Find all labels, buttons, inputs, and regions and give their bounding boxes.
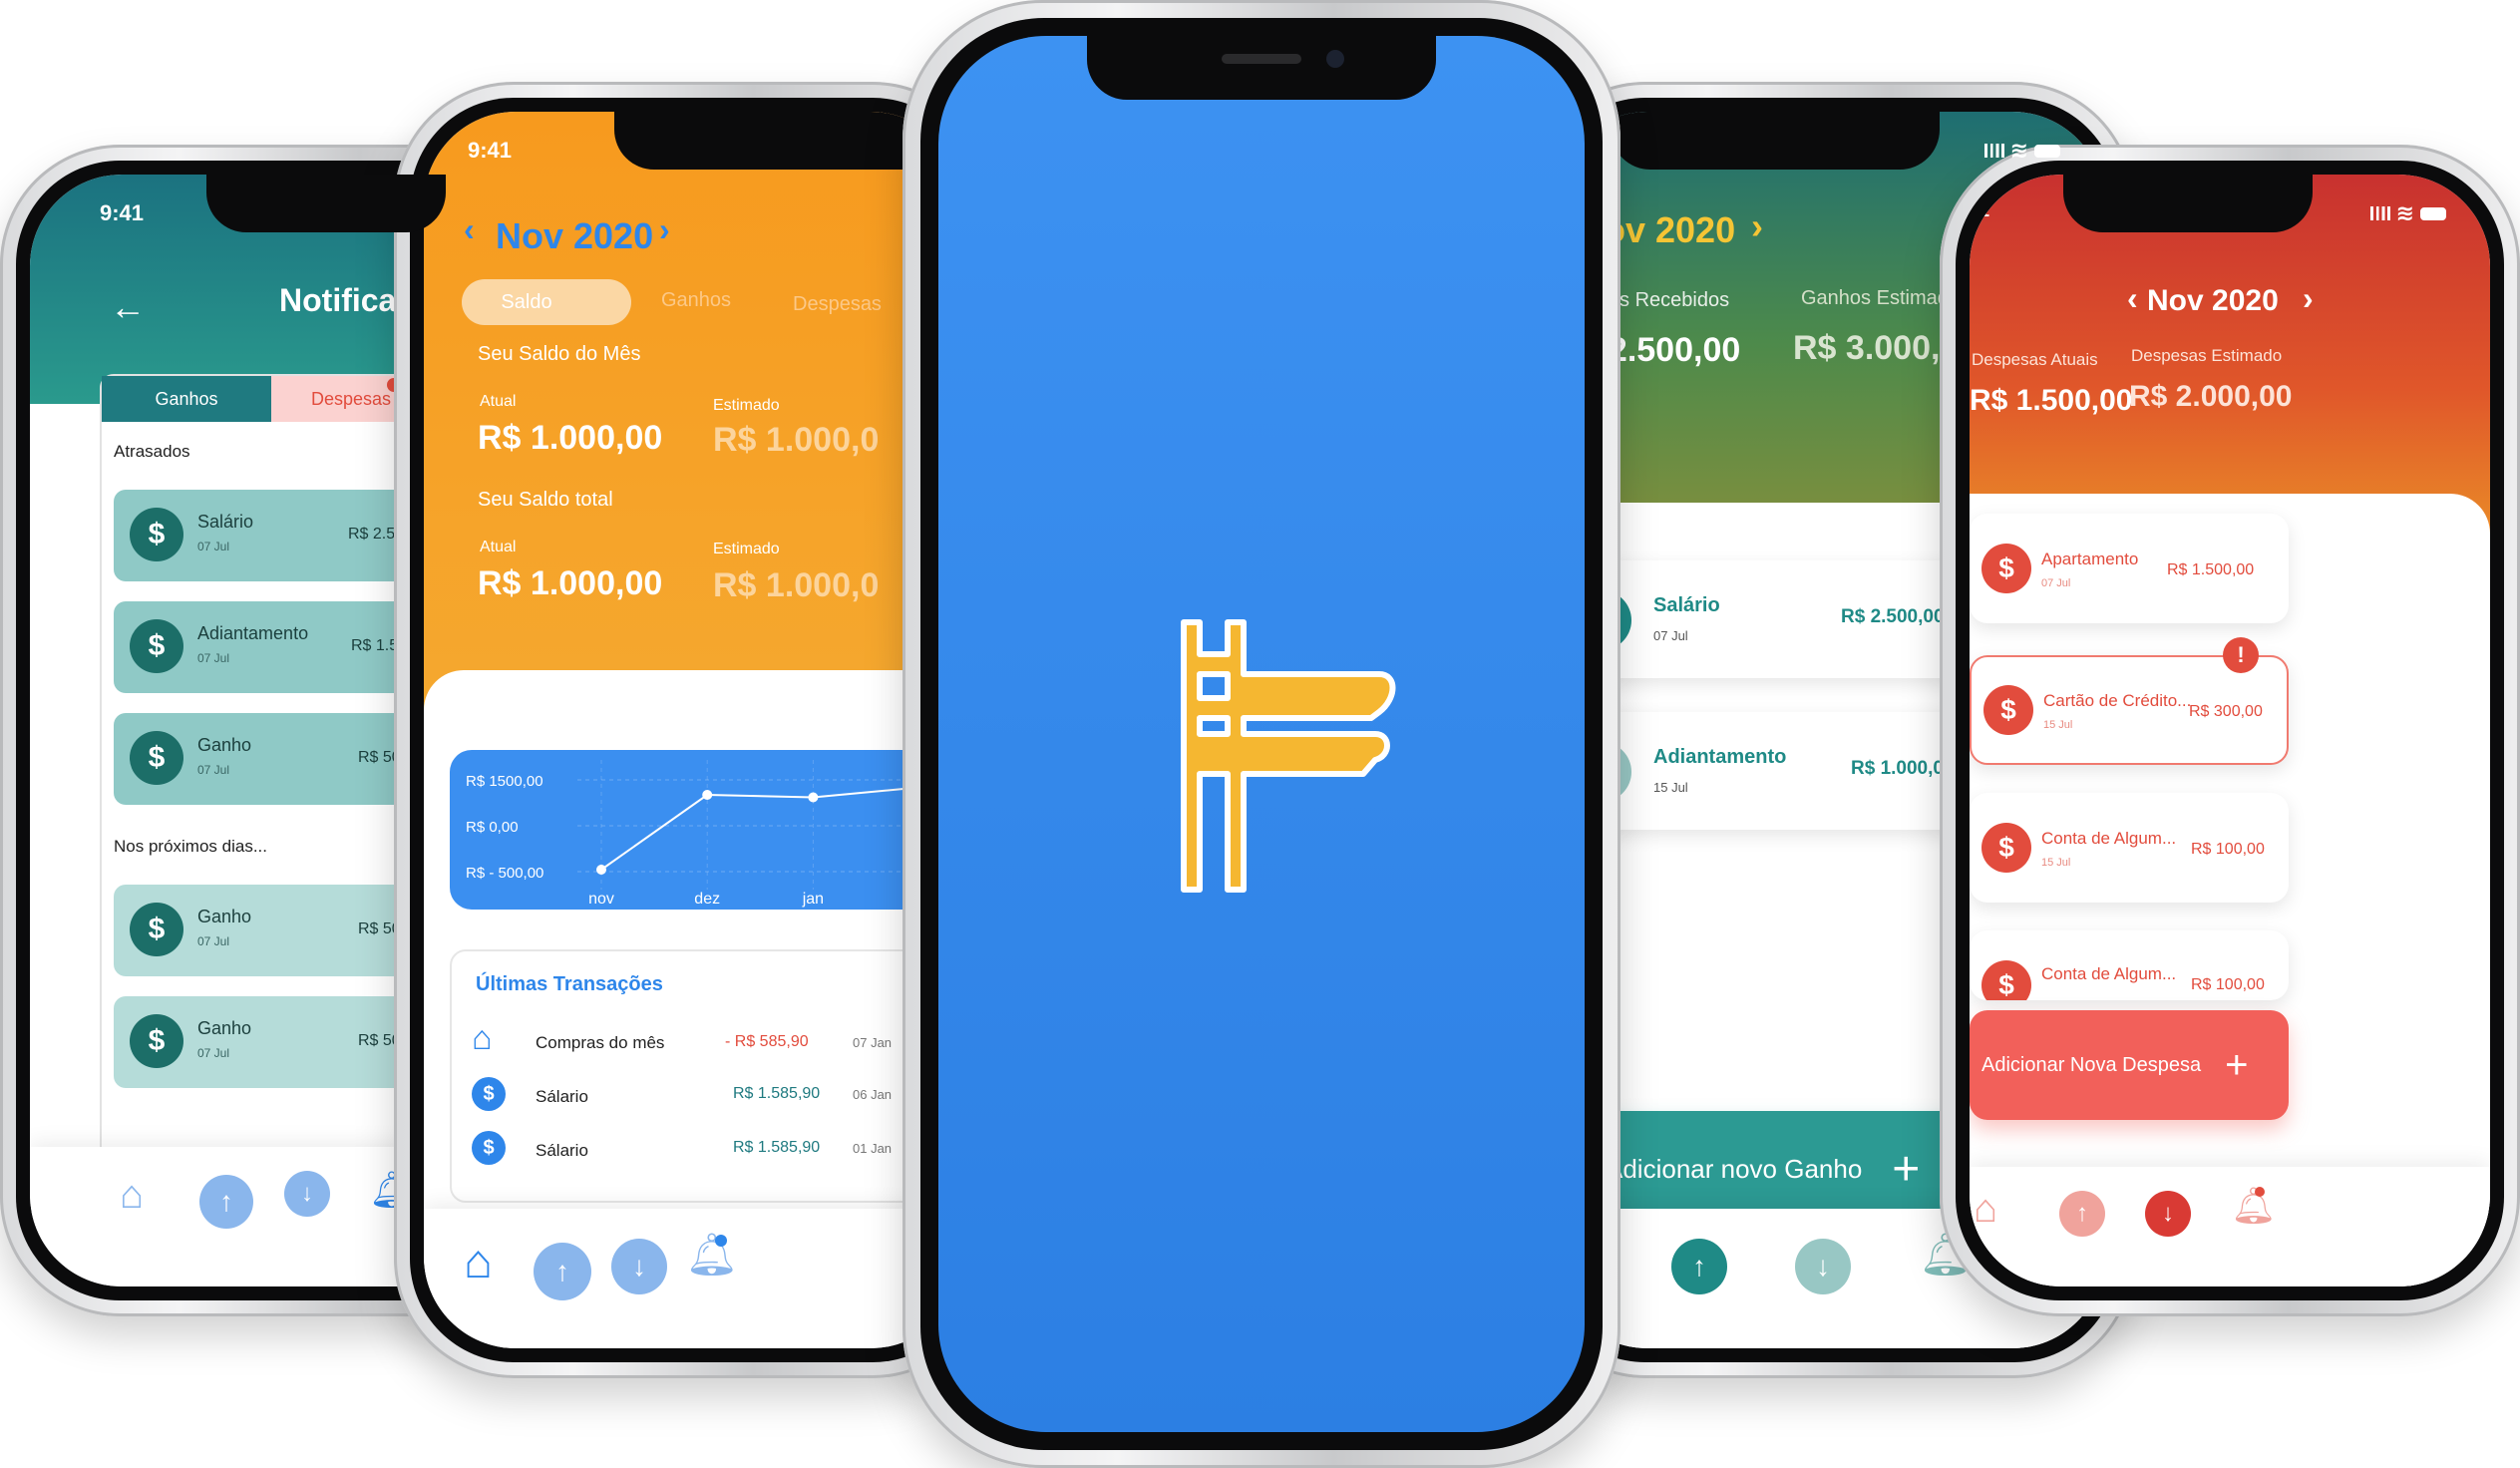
plus-icon: + — [1892, 1142, 1921, 1196]
list-item[interactable]: $ Adiantamento 15 Jul R$ 1.000,00 — [1556, 712, 1994, 830]
wifi-icon: ≋ — [2395, 200, 2414, 225]
dollar-icon: $ — [1981, 544, 2031, 593]
app-logo — [1181, 619, 1396, 893]
dollar-icon: $ — [1983, 685, 2033, 735]
list-item[interactable]: $ Sálario R$ 1.585,90 06 Jan — [472, 1077, 962, 1117]
list-item[interactable]: $ Sálario R$ 1.585,90 01 Jan — [472, 1131, 962, 1171]
expense-nav-button[interactable]: ↓ — [2145, 1191, 2191, 1237]
estimated-label: Despesas Estimado — [2131, 346, 2283, 365]
phone-expenses: 41 ≋ ‹ Nov 2020 › Despesas Atuais Despesa… — [1940, 145, 2520, 1316]
y-tick-label: R$ 0,00 — [466, 819, 519, 836]
battery-icon — [2420, 206, 2446, 220]
status-time: 9:41 — [100, 200, 145, 225]
total-current-value: R$ 1.000,00 — [478, 564, 663, 602]
dollar-icon: $ — [1981, 823, 2031, 873]
wifi-icon: ≋ — [2009, 138, 2028, 163]
home-icon[interactable]: ⌂ — [120, 1173, 144, 1218]
month-balance-title: Seu Saldo do Mês — [478, 343, 641, 365]
expense-nav-button[interactable]: ↓ — [1795, 1239, 1851, 1294]
income-nav-button[interactable]: ↑ — [199, 1175, 253, 1229]
current-value: R$ 1.500,00 — [1970, 384, 2133, 417]
list-item[interactable]: $ Conta de Algum... R$ 100,00 — [1970, 930, 2289, 1000]
dollar-icon: $ — [472, 1077, 506, 1111]
balance-chart: R$ 1500,00 R$ 0,00 R$ - 500,00 nov dez jan… — [450, 750, 962, 910]
bell-badge — [2255, 1187, 2265, 1197]
next-month-button[interactable]: › — [2303, 280, 2314, 317]
camera — [1326, 50, 1344, 68]
estimated-value: R$ 2.000,00 — [2129, 380, 2293, 413]
x-tick-label: jan — [802, 891, 824, 908]
splash-screen — [938, 36, 1585, 1432]
dollar-icon: $ — [130, 619, 183, 673]
alert-icon: ! — [2223, 637, 2259, 673]
dollar-icon: $ — [130, 508, 183, 561]
speaker — [1222, 54, 1301, 64]
balance-screen: 9:41 ‹ Nov 2020 › Saldo Ganhos Despesas … — [424, 112, 962, 1348]
home-icon[interactable]: ⌂ — [1974, 1187, 1997, 1232]
x-tick-label: nov — [588, 891, 614, 908]
signal-icon — [2367, 206, 2390, 220]
section-next: Nos próximos dias... — [114, 837, 267, 856]
plus-icon: + — [2225, 1042, 2249, 1087]
income-nav-button[interactable]: ↑ — [534, 1243, 591, 1300]
tab-despesas[interactable]: Despesas — [793, 293, 882, 316]
battery-icon — [2034, 144, 2060, 158]
month-label: Nov 2020 — [2147, 284, 2279, 317]
back-arrow-icon[interactable]: ← — [110, 286, 146, 328]
dollar-icon: $ — [130, 903, 183, 956]
line-chart: R$ 1500,00 R$ 0,00 R$ - 500,00 nov dez jan… — [466, 760, 962, 908]
y-tick-label: R$ 1500,00 — [466, 773, 543, 790]
status-time: 41 — [1970, 200, 1990, 220]
current-label: Despesas Atuais — [1972, 350, 2098, 369]
add-expense-button[interactable]: Adicionar Nova Despesa + — [1970, 1010, 2289, 1120]
bottom-nav: ⌂ ↑ ↓ 🔔︎ — [424, 1209, 962, 1348]
bell-badge — [715, 1235, 727, 1247]
prev-month-button[interactable]: ‹ — [2127, 280, 2138, 317]
list-item[interactable]: $ Salário 07 Jul R$ 2.500,00 — [1556, 560, 1994, 678]
income-nav-button[interactable]: ↑ — [2059, 1191, 2105, 1237]
phone-splash — [902, 0, 1620, 1468]
tab-ganhos[interactable]: Ganhos — [102, 376, 271, 422]
next-month-button[interactable]: › — [1751, 205, 1763, 247]
tab-saldo[interactable]: Saldo — [462, 279, 631, 325]
income-nav-button[interactable]: ↑ — [1671, 1239, 1727, 1294]
data-point — [808, 792, 819, 803]
month-estimated-value: R$ 1.000,0 — [713, 421, 880, 459]
list-item[interactable]: $ Conta de Algum... 15 Jul R$ 100,00 — [1970, 793, 2289, 903]
transactions-title: Últimas Transações — [476, 973, 663, 995]
total-balance-title: Seu Saldo total — [478, 489, 613, 511]
home-icon: ⌂ — [472, 1019, 493, 1057]
tab-ganhos[interactable]: Ganhos — [661, 289, 731, 312]
transactions-card: Últimas Transações ⌂ Compras do mês - R$… — [450, 949, 962, 1203]
bell-icon[interactable]: 🔔︎ — [2231, 1185, 2277, 1227]
dollar-icon: $ — [1981, 960, 2031, 1000]
total-estimated-value: R$ 1.000,0 — [713, 566, 880, 604]
y-tick-label: R$ - 500,00 — [466, 865, 543, 882]
month-current-value: R$ 1.000,00 — [478, 419, 663, 457]
dollar-icon: $ — [130, 1014, 183, 1068]
section-late: Atrasados — [114, 442, 190, 461]
next-month-button[interactable]: › — [659, 211, 670, 248]
expense-nav-button[interactable]: ↓ — [284, 1171, 330, 1217]
dollar-icon: $ — [130, 731, 183, 785]
list-item[interactable]: $ Cartão de Crédito... 15 Jul R$ 300,00 … — [1970, 637, 2289, 765]
dollar-icon: $ — [472, 1131, 506, 1165]
data-point — [702, 790, 713, 800]
home-icon[interactable]: ⌂ — [464, 1235, 493, 1289]
x-tick-label: dez — [694, 891, 720, 908]
list-item[interactable]: $ Apartamento 07 Jul R$ 1.500,00 — [1970, 514, 2289, 623]
expenses-screen: 41 ≋ ‹ Nov 2020 › Despesas Atuais Despesa… — [1970, 175, 2490, 1286]
expense-nav-button[interactable]: ↓ — [611, 1239, 667, 1294]
estimated-label: Ganhos Estimado — [1801, 287, 1960, 309]
bottom-nav: ⌂ ↑ ↓ 🔔︎ — [1970, 1167, 2490, 1286]
data-point — [596, 865, 606, 875]
list-item[interactable]: ⌂ Compras do mês - R$ 585,90 07 Jan — [472, 1019, 962, 1063]
bell-icon[interactable]: 🔔︎ — [685, 1231, 738, 1280]
status-time: 9:41 — [468, 138, 513, 163]
signal-icon — [1981, 144, 2004, 158]
series-line — [600, 786, 919, 871]
